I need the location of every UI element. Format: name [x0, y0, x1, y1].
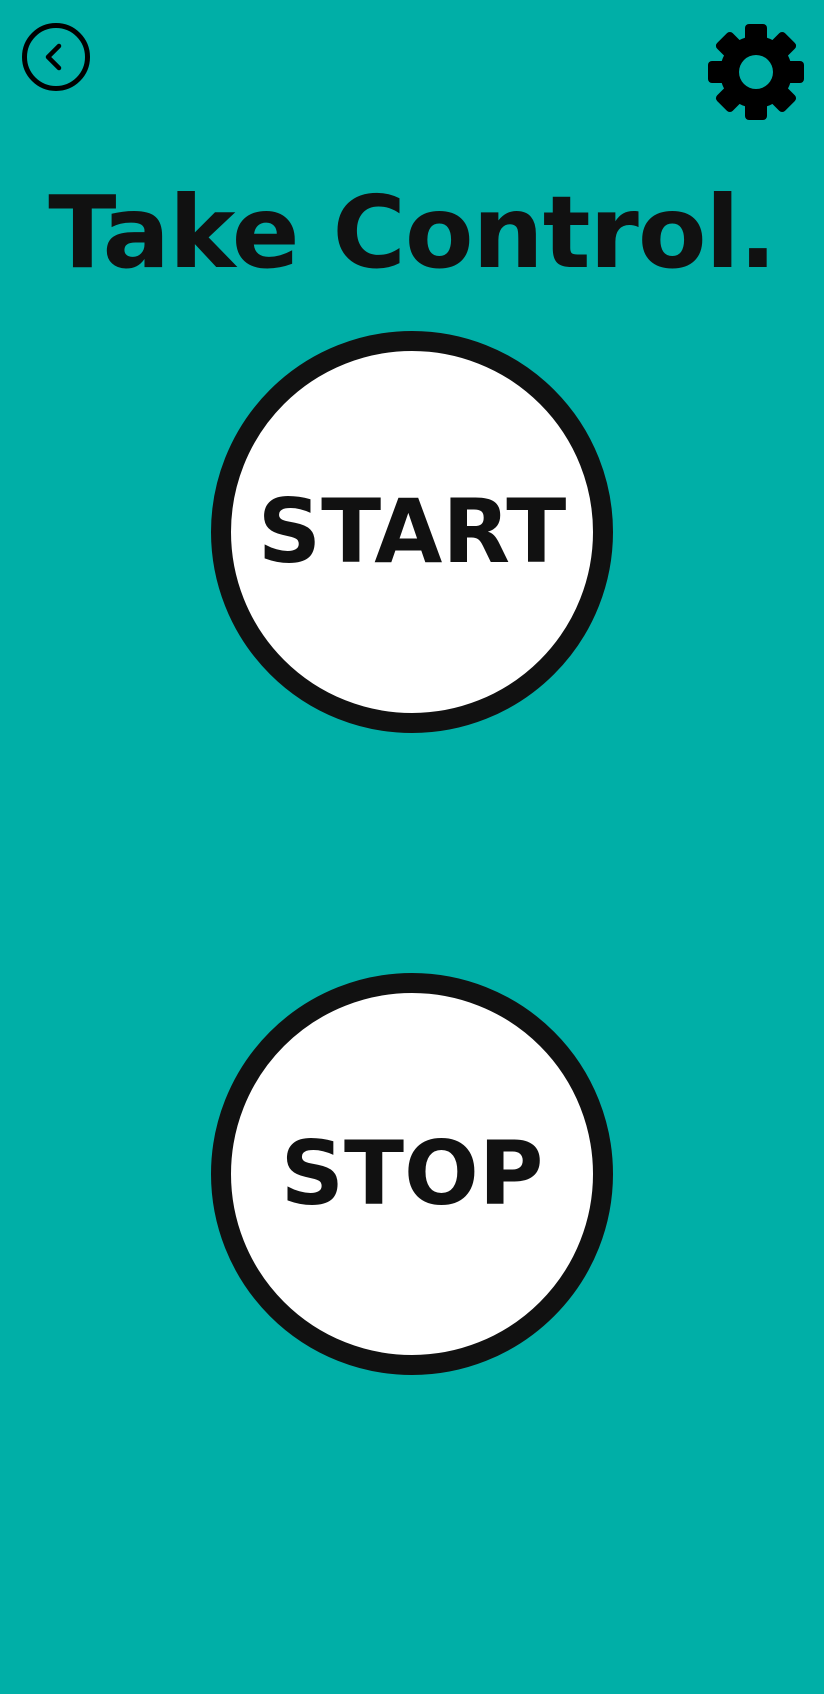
stop-button[interactable]: STOP: [211, 973, 613, 1375]
start-button-label: START: [257, 480, 567, 583]
start-button[interactable]: START: [211, 331, 613, 733]
back-button[interactable]: [22, 23, 90, 91]
stop-button-label: STOP: [280, 1122, 544, 1225]
gear-icon: [708, 24, 804, 120]
chevron-left-icon: [45, 43, 62, 71]
settings-button[interactable]: [706, 22, 806, 122]
page-title: Take Control.: [48, 174, 777, 291]
screen: Take Control. START STOP: [0, 0, 824, 1694]
